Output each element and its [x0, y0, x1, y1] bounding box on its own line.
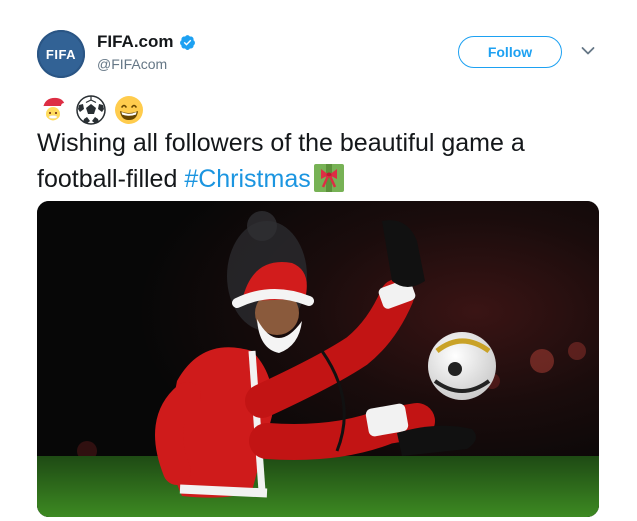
- tweet-card: FIFA FIFA.com @FIFAcom Follow Wishing al…: [0, 0, 637, 521]
- santa-emoji: [42, 97, 67, 123]
- avatar-logo-text: FIFA: [45, 46, 77, 62]
- display-name-row: FIFA.com: [97, 32, 196, 52]
- account-names[interactable]: FIFA.com @FIFAcom: [97, 32, 196, 72]
- soccer-ball-emoji: [76, 95, 106, 125]
- avatar[interactable]: FIFA: [37, 30, 85, 78]
- emoji-row: [37, 94, 145, 126]
- hashtag-link[interactable]: #Christmas: [184, 165, 310, 193]
- tweet-text: Wishing all followers of the beautiful g…: [37, 125, 597, 197]
- tweet-header: FIFA FIFA.com @FIFAcom Follow: [37, 30, 607, 78]
- display-name[interactable]: FIFA.com: [97, 32, 174, 52]
- grinning-face-emoji: [115, 96, 143, 124]
- santa-footballer-photo: [37, 201, 599, 517]
- gift-icon: [313, 164, 344, 192]
- chevron-down-icon[interactable]: [581, 46, 595, 56]
- account-handle[interactable]: @FIFAcom: [97, 56, 196, 72]
- follow-button[interactable]: Follow: [458, 36, 562, 68]
- tweet-photo[interactable]: [37, 201, 599, 517]
- verified-badge-icon: [179, 34, 195, 50]
